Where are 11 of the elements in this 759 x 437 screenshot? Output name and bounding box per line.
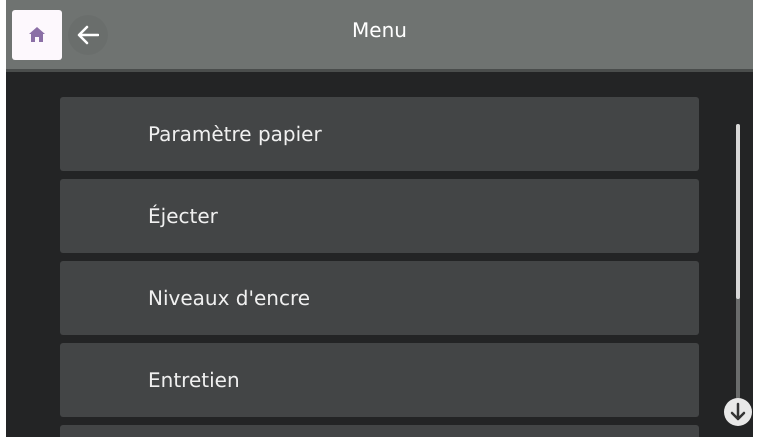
home-icon xyxy=(29,27,45,42)
menu-item[interactable]: Entretien xyxy=(60,343,699,417)
scroll-down-icon[interactable] xyxy=(723,397,753,427)
back-arrow-icon xyxy=(77,24,99,44)
menu-item[interactable]: Éjecter xyxy=(60,179,699,253)
back-button[interactable] xyxy=(68,14,108,54)
scrollbar[interactable] xyxy=(736,124,740,399)
screen-title: Menu xyxy=(351,18,408,42)
home-button[interactable] xyxy=(12,10,62,60)
menu-item[interactable]: Paramètre papier xyxy=(60,97,699,171)
menu-item[interactable]: Niveaux d'encre xyxy=(60,261,699,335)
